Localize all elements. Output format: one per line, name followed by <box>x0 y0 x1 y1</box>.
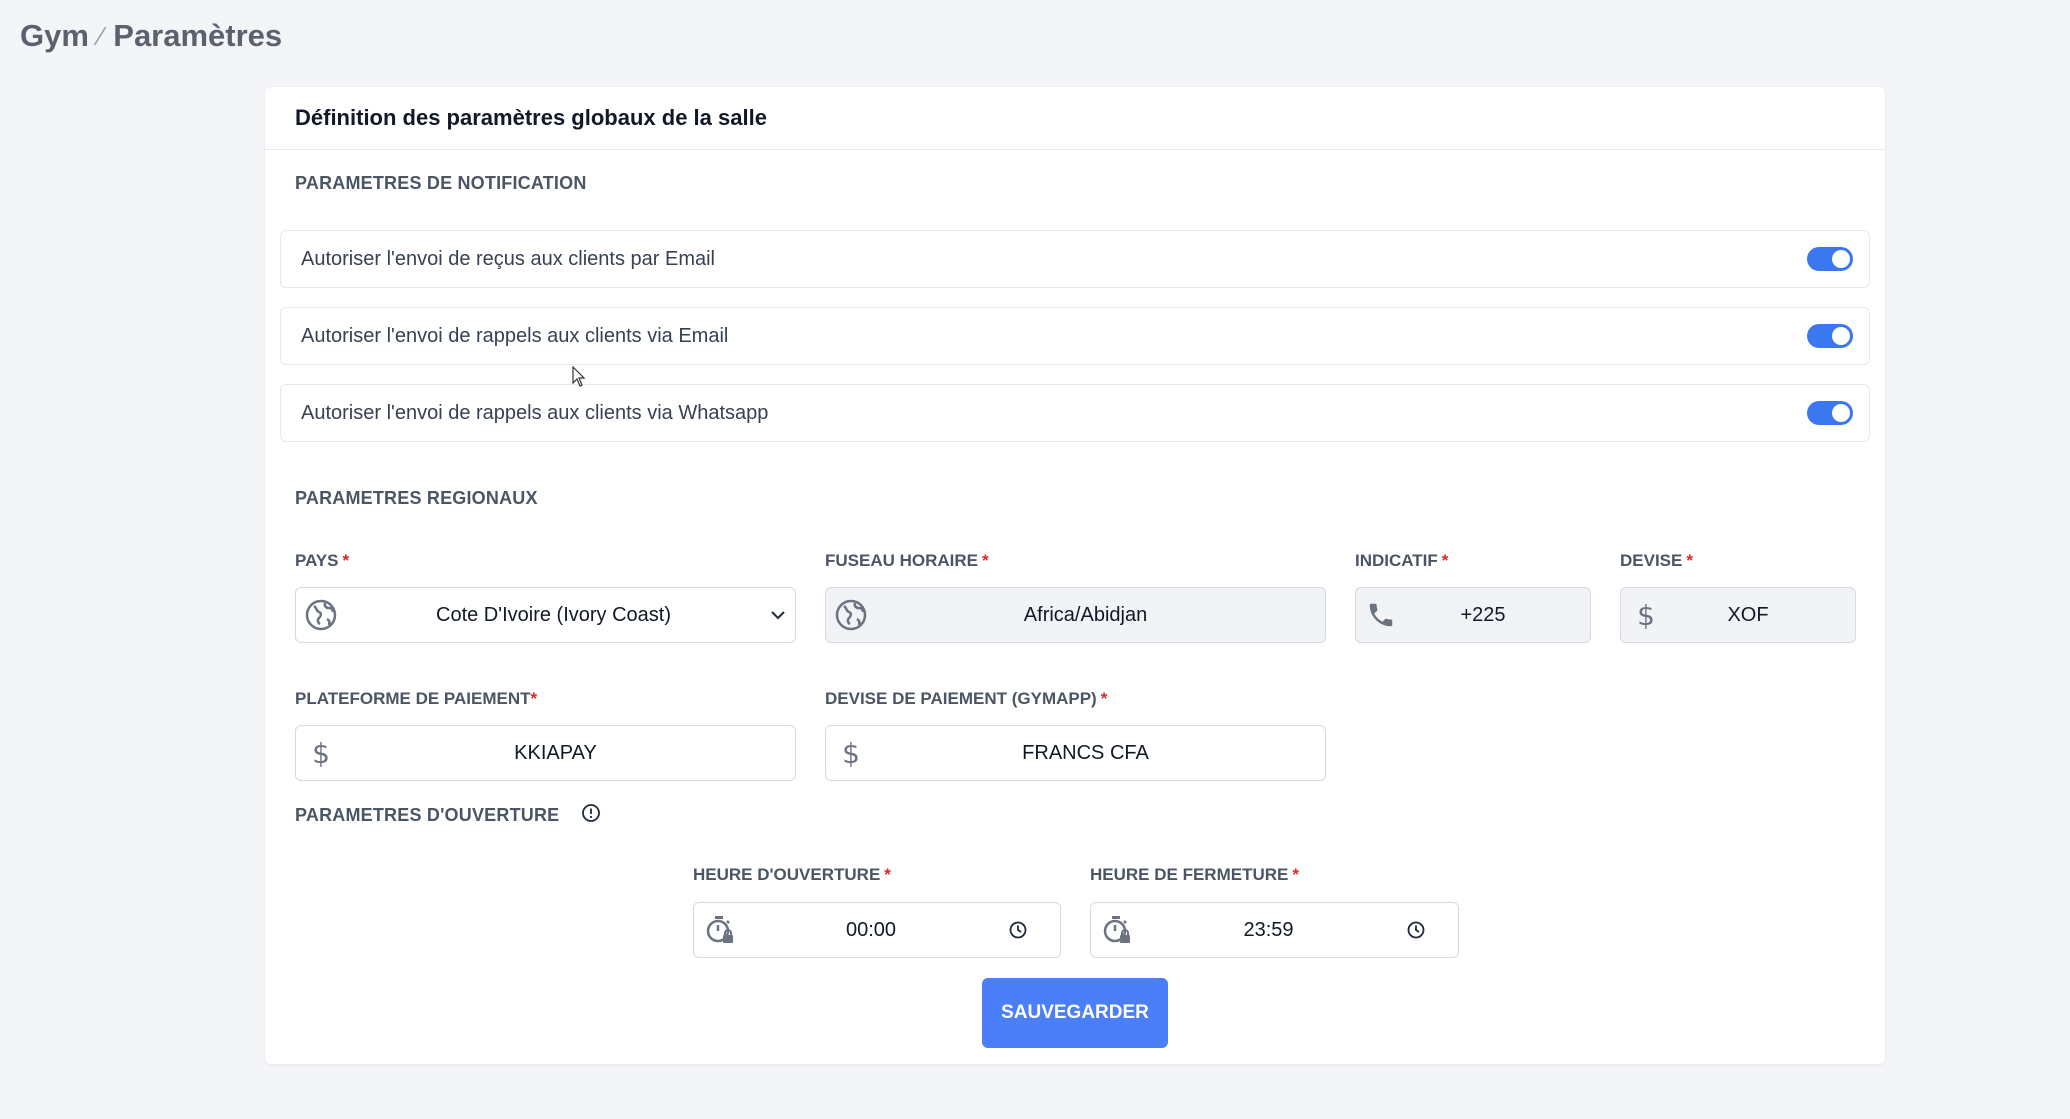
plateforme-label-text: PLATEFORME DE PAIEMENT <box>295 689 531 708</box>
chevron-down-icon <box>761 610 795 620</box>
devise-paiement-label-text: DEVISE DE PAIEMENT (GYMAPP) <box>825 689 1097 708</box>
regional-section-title: PARAMETRES REGIONAUX <box>295 488 538 508</box>
pays-label: PAYS * <box>295 551 349 571</box>
clock-icon[interactable] <box>998 920 1038 940</box>
required-mark: * <box>1441 551 1449 570</box>
dollar-icon: $ <box>1637 598 1655 632</box>
devise-label: DEVISE * <box>1620 551 1693 571</box>
ouverture-label-text: HEURE D'OUVERTURE <box>693 865 881 884</box>
toggle-row-email-reminders: Autoriser l'envoi de rappels aux clients… <box>280 307 1870 365</box>
fuseau-input[interactable]: Africa/Abidjan <box>825 587 1326 643</box>
phone-icon <box>1356 600 1406 630</box>
clock-icon[interactable] <box>1396 920 1436 940</box>
toggle-label-whatsapp-reminders: Autoriser l'envoi de rappels aux clients… <box>301 401 769 424</box>
toggle-row-whatsapp-reminders: Autoriser l'envoi de rappels aux clients… <box>280 384 1870 442</box>
required-mark: * <box>530 689 538 708</box>
pays-label-text: PAYS <box>295 551 339 570</box>
fuseau-label-text: FUSEAU HORAIRE <box>825 551 979 570</box>
plateforme-label: PLATEFORME DE PAIEMENT* <box>295 689 537 709</box>
required-mark: * <box>982 551 989 570</box>
fuseau-label: FUSEAU HORAIRE * <box>825 551 989 571</box>
devise-paiement-input[interactable]: $ FRANCS CFA <box>825 725 1326 781</box>
indicatif-input[interactable]: +225 <box>1355 587 1591 643</box>
required-mark: * <box>1100 689 1108 708</box>
dollar-icon: $ <box>842 736 860 770</box>
fermeture-label: HEURE DE FERMETURE * <box>1090 865 1299 885</box>
devise-label-text: DEVISE <box>1620 551 1683 570</box>
devise-input[interactable]: $ XOF <box>1620 587 1856 643</box>
fermeture-label-text: HEURE DE FERMETURE <box>1090 865 1289 884</box>
indicatif-label: INDICATIF * <box>1355 551 1448 571</box>
required-mark: * <box>342 551 350 570</box>
opening-section-title-text: PARAMETRES D'OUVERTURE <box>295 805 560 825</box>
ouverture-time-input[interactable]: 00:00 <box>693 902 1061 958</box>
breadcrumb-root[interactable]: Gym <box>20 18 89 54</box>
indicatif-label-text: INDICATIF <box>1355 551 1438 570</box>
devise-paiement-value: FRANCS CFA <box>1022 741 1149 764</box>
pays-value: Cote D'Ivoire (Ivory Coast) <box>436 603 671 626</box>
breadcrumb-current: Paramètres <box>113 18 283 53</box>
fuseau-value: Africa/Abidjan <box>1023 603 1148 626</box>
breadcrumb-separator: ⁄ <box>98 20 104 51</box>
fermeture-time-input[interactable]: 23:59 <box>1090 902 1459 958</box>
mouse-cursor-icon <box>572 365 586 393</box>
settings-card: Définition des paramètres globaux de la … <box>265 87 1885 1064</box>
toggle-label-email-receipts: Autoriser l'envoi de reçus aux clients p… <box>301 247 716 270</box>
indicatif-value: +225 <box>1460 603 1506 626</box>
info-icon[interactable] <box>581 803 601 828</box>
dollar-icon: $ <box>312 736 330 770</box>
toggle-switch-email-receipts[interactable] <box>1807 247 1853 271</box>
toggle-row-email-receipts: Autoriser l'envoi de reçus aux clients p… <box>280 230 1870 288</box>
toggle-label-email-reminders: Autoriser l'envoi de rappels aux clients… <box>301 324 729 347</box>
breadcrumb: Gym ⁄ Paramètres <box>20 18 282 54</box>
toggle-switch-email-reminders[interactable] <box>1807 324 1853 348</box>
toggle-switch-whatsapp-reminders[interactable] <box>1807 401 1853 425</box>
ouverture-label: HEURE D'OUVERTURE * <box>693 865 891 885</box>
globe-icon <box>296 599 346 631</box>
required-mark: * <box>1686 551 1693 570</box>
stopwatch-lock-icon <box>694 914 744 946</box>
pays-select[interactable]: Cote D'Ivoire (Ivory Coast) <box>295 587 796 643</box>
globe-icon <box>826 599 876 631</box>
save-button[interactable]: SAUVEGARDER <box>982 978 1168 1048</box>
fermeture-value: 23:59 <box>1243 918 1294 941</box>
notification-section-title: PARAMETRES DE NOTIFICATION <box>295 173 587 193</box>
card-title: Définition des paramètres globaux de la … <box>265 87 1885 150</box>
required-mark: * <box>884 865 891 884</box>
stopwatch-lock-icon <box>1091 914 1141 946</box>
devise-value: XOF <box>1727 603 1769 626</box>
devise-paiement-label: DEVISE DE PAIEMENT (GYMAPP) * <box>825 689 1107 709</box>
ouverture-value: 00:00 <box>845 918 897 941</box>
plateforme-value: KKIAPAY <box>514 741 597 764</box>
plateforme-input[interactable]: $ KKIAPAY <box>295 725 796 781</box>
required-mark: * <box>1292 865 1299 884</box>
opening-section-title: PARAMETRES D'OUVERTURE <box>295 803 601 828</box>
